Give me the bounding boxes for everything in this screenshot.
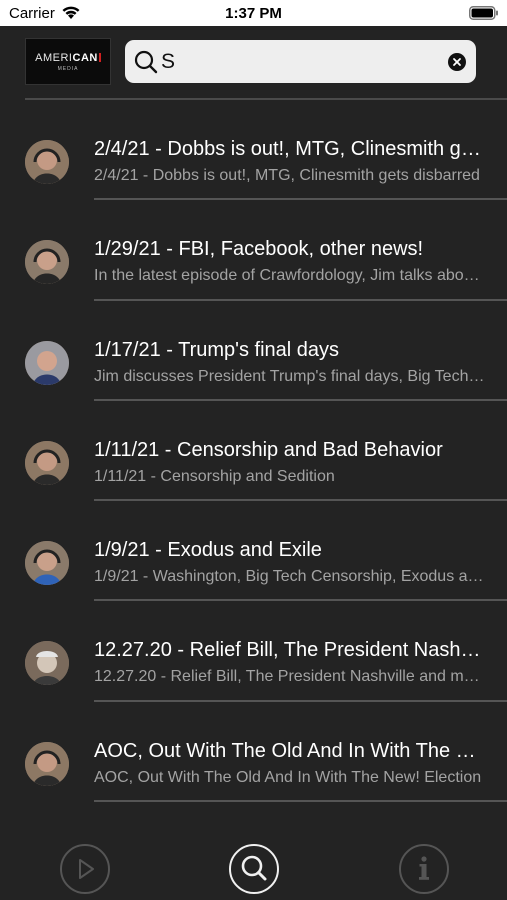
row-divider: [94, 800, 507, 803]
tab-bar: [0, 838, 507, 900]
episode-subtitle: 2/4/21 - Dobbs is out!, MTG, Clinesmith …: [94, 167, 480, 184]
episode-title: AOC, Out With The Old And In With The Ne…: [94, 739, 486, 762]
search-icon: [241, 855, 267, 881]
episode-title: 12.27.20 - Relief Bill, The President Na…: [94, 639, 486, 662]
avatar: [25, 741, 69, 786]
avatar: [25, 541, 69, 586]
avatar: [25, 641, 69, 686]
tab-play[interactable]: [60, 844, 110, 894]
episode-subtitle: 1/11/21 - Censorship and Sedition: [94, 467, 335, 485]
episode-subtitle: AOC, Out With The Old And In With The Ne…: [94, 768, 482, 786]
list-item[interactable]: 1/29/21 - FBI, Facebook, other news! In …: [0, 200, 507, 301]
info-icon: [419, 856, 429, 880]
avatar: [25, 340, 69, 385]
list-item[interactable]: 1/11/21 - Censorship and Bad Behavior 1/…: [0, 401, 507, 502]
logo-text-bold: CAN: [72, 51, 98, 64]
tab-info[interactable]: [399, 844, 449, 894]
list-item[interactable]: 12.27.20 - Relief Bill, The President Na…: [0, 601, 507, 702]
status-time: 1:37 PM: [225, 5, 282, 22]
status-bar: Carrier 1:37 PM: [0, 0, 507, 26]
logo-subtext: MEDIA: [57, 65, 79, 72]
episode-list: 2/4/21 - Dobbs is out!, MTG, Clinesmith …: [0, 100, 507, 803]
list-item[interactable]: 1/17/21 - Trump's final days Jim discuss…: [0, 301, 507, 401]
close-icon: [453, 58, 461, 66]
list-item[interactable]: 1/9/21 - Exodus and Exile 1/9/21 - Washi…: [0, 501, 507, 602]
list-item[interactable]: AOC, Out With The Old And In With The Ne…: [0, 702, 507, 803]
episode-subtitle: 12.27.20 - Relief Bill, The President Na…: [94, 668, 486, 686]
avatar: [25, 140, 69, 184]
logo-mark: [98, 52, 101, 62]
search-input[interactable]: [161, 46, 431, 77]
episode-subtitle: 1/9/21 - Washington, Big Tech Censorship…: [94, 568, 486, 586]
episode-subtitle: In the latest episode of Crawfordology, …: [94, 267, 486, 285]
episode-title: 1/29/21 - FBI, Facebook, other news!: [94, 238, 424, 261]
american-media-logo: AMERICAN MEDIA: [25, 38, 111, 85]
battery-icon: [469, 6, 499, 25]
search-icon: [134, 50, 158, 79]
episode-title: 1/11/21 - Censorship and Bad Behavior: [94, 438, 443, 461]
episode-title: 1/17/21 - Trump's final days: [94, 338, 340, 361]
episode-subtitle: Jim discusses President Trump's final da…: [94, 367, 486, 385]
episode-title: 1/9/21 - Exodus and Exile: [94, 539, 322, 562]
avatar: [25, 240, 69, 285]
clear-search-button[interactable]: [448, 53, 466, 71]
avatar: [25, 440, 69, 485]
list-item[interactable]: 2/4/21 - Dobbs is out!, MTG, Clinesmith …: [0, 100, 507, 201]
tab-search[interactable]: [229, 844, 279, 894]
play-icon: [79, 859, 94, 879]
search-bar[interactable]: [125, 40, 476, 83]
logo-text-light: AMERI: [35, 51, 73, 64]
episode-title: 2/4/21 - Dobbs is out!, MTG, Clinesmith …: [94, 138, 486, 160]
